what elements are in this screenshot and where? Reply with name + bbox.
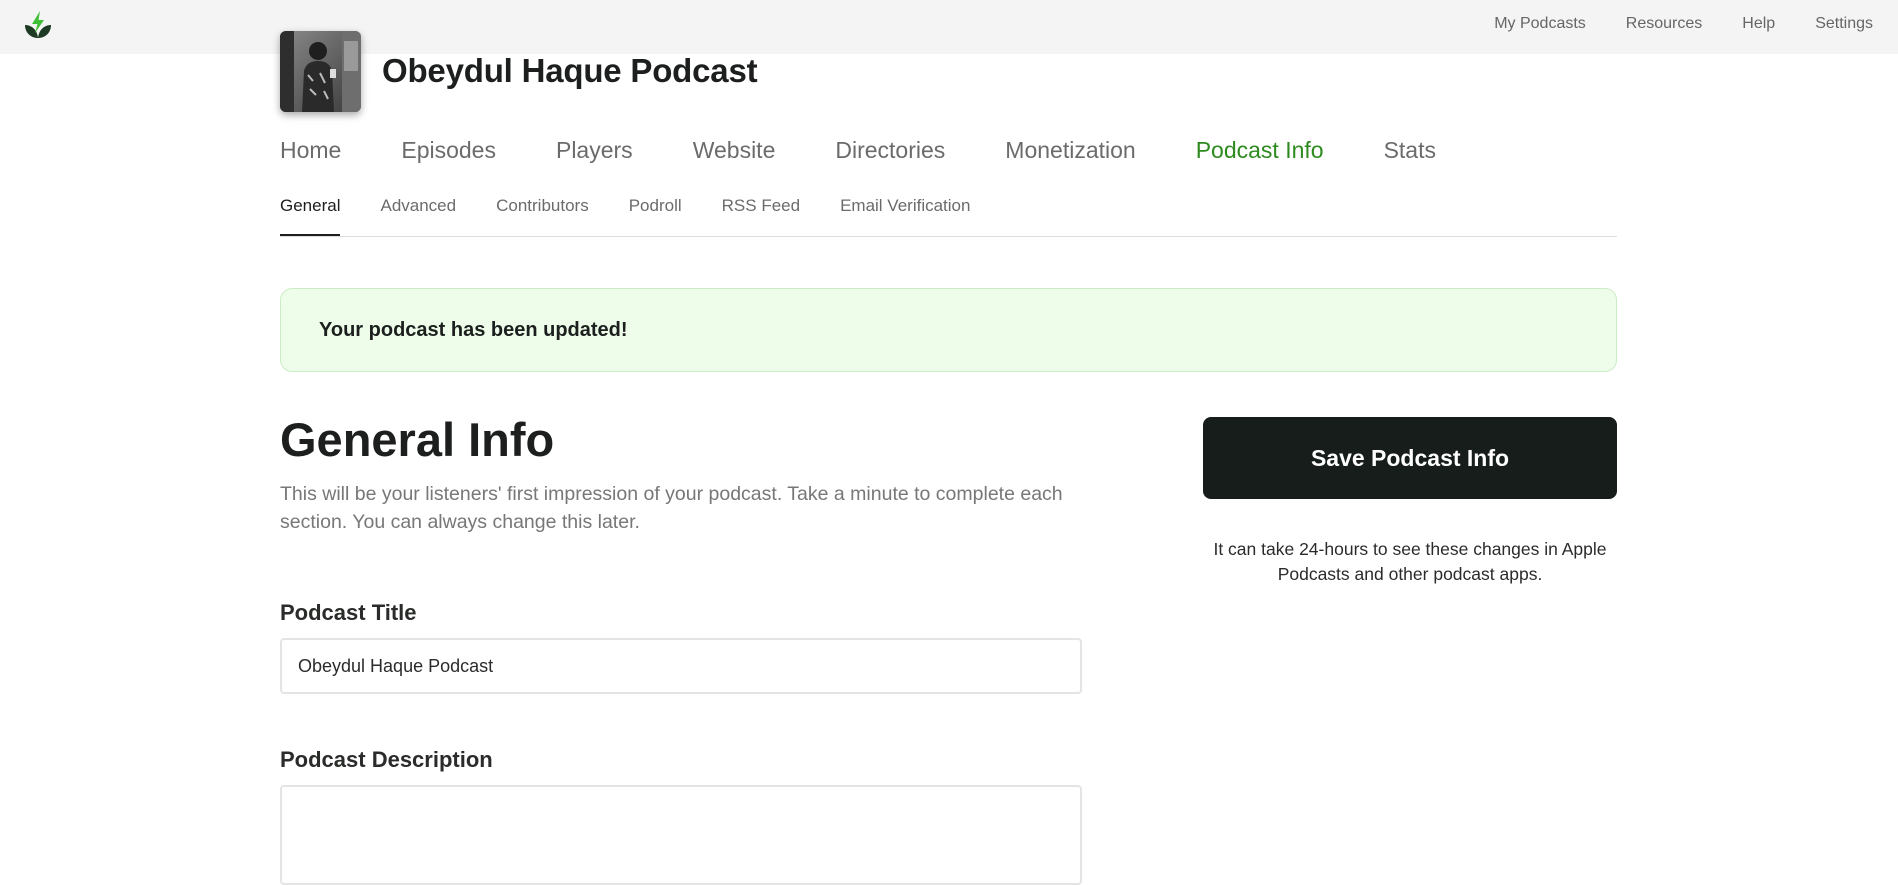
main-nav-players[interactable]: Players [556, 137, 633, 164]
top-nav: My Podcasts Resources Help Settings [1454, 0, 1873, 48]
tab-email-verification[interactable]: Email Verification [840, 196, 970, 236]
podcast-cover-photo-icon[interactable] [280, 30, 361, 112]
tab-rss-feed[interactable]: RSS Feed [722, 196, 800, 236]
top-nav-resources[interactable]: Resources [1626, 15, 1702, 33]
tab-general[interactable]: General [280, 196, 341, 236]
tab-advanced[interactable]: Advanced [380, 196, 456, 236]
section-title: General Info [280, 413, 555, 466]
tab-contributors[interactable]: Contributors [496, 196, 589, 236]
top-nav-help[interactable]: Help [1742, 15, 1775, 33]
main-nav: Home Episodes Players Website Directorie… [280, 137, 1496, 164]
main-nav-website[interactable]: Website [693, 137, 776, 164]
podcast-title-label: Podcast Title [280, 600, 417, 625]
save-podcast-info-button[interactable]: Save Podcast Info [1203, 417, 1617, 499]
main-nav-episodes[interactable]: Episodes [401, 137, 496, 164]
save-note: It can take 24-hours to see these change… [1213, 539, 1607, 584]
sub-nav-tabs: General Advanced Contributors Podroll RS… [280, 196, 1617, 237]
section-description: This will be your listeners' first impre… [280, 483, 1063, 533]
leaf-lightning-logo-icon[interactable] [22, 9, 54, 41]
success-alert-message: Your podcast has been updated! [319, 318, 628, 341]
top-nav-settings[interactable]: Settings [1815, 15, 1873, 33]
podcast-description-textarea[interactable] [280, 785, 1082, 885]
main-nav-monetization[interactable]: Monetization [1005, 137, 1135, 164]
main-nav-directories[interactable]: Directories [835, 137, 945, 164]
main-nav-stats[interactable]: Stats [1384, 137, 1436, 164]
podcast-header: Obeydul Haque Podcast [280, 30, 758, 112]
podcast-description-label: Podcast Description [280, 747, 493, 772]
main-nav-home[interactable]: Home [280, 137, 341, 164]
main-nav-podcast-info[interactable]: Podcast Info [1196, 137, 1324, 164]
podcast-title-heading: Obeydul Haque Podcast [382, 52, 758, 89]
top-nav-my-podcasts[interactable]: My Podcasts [1494, 15, 1586, 33]
tab-podroll[interactable]: Podroll [629, 196, 682, 236]
podcast-title-input[interactable] [280, 638, 1082, 694]
success-alert: Your podcast has been updated! [280, 288, 1617, 372]
